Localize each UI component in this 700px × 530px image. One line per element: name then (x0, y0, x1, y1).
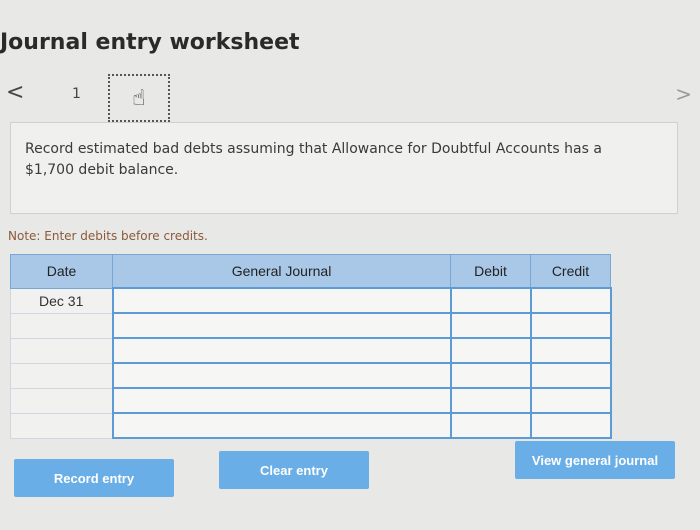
credit-input[interactable] (529, 312, 612, 339)
debit-input[interactable] (449, 312, 532, 339)
table-row (10, 362, 612, 389)
date-cell (10, 337, 113, 364)
note-text: Note: Enter debits before credits. (8, 229, 208, 243)
account-input[interactable] (111, 362, 452, 389)
debit-input[interactable] (449, 337, 532, 364)
table-row (10, 387, 612, 414)
view-general-journal-button[interactable]: View general journal (515, 441, 675, 479)
current-step-tab[interactable]: ☝ (108, 74, 170, 122)
credit-input[interactable] (529, 387, 612, 414)
debit-header: Debit (450, 254, 531, 289)
date-cell (10, 312, 113, 339)
debit-input[interactable] (449, 362, 532, 389)
account-input[interactable] (111, 412, 452, 439)
account-input[interactable] (111, 312, 452, 339)
hand-pointer-icon: ☝ (132, 85, 146, 111)
journal-table: Date General Journal Debit Credit Dec 31 (10, 254, 612, 439)
credit-input[interactable] (529, 337, 612, 364)
credit-header: Credit (530, 254, 611, 289)
table-row: Dec 31 (10, 287, 612, 314)
credit-input[interactable] (529, 412, 612, 439)
date-cell: Dec 31 (10, 287, 113, 314)
debit-input[interactable] (449, 287, 532, 314)
account-input[interactable] (111, 337, 452, 364)
step-number[interactable]: 1 (72, 86, 81, 102)
prompt-text: Record estimated bad debts assuming that… (25, 141, 602, 178)
general-journal-header: General Journal (112, 254, 451, 289)
table-row (10, 312, 612, 339)
prompt-box: Record estimated bad debts assuming that… (10, 122, 678, 214)
debit-input[interactable] (449, 412, 532, 439)
prev-arrow-icon[interactable]: < (6, 80, 24, 105)
credit-input[interactable] (529, 287, 612, 314)
table-row (10, 337, 612, 364)
page-title: Journal entry worksheet (0, 30, 300, 55)
table-row (10, 412, 612, 439)
account-input[interactable] (111, 287, 452, 314)
date-cell (10, 412, 113, 439)
record-entry-button[interactable]: Record entry (14, 459, 174, 497)
credit-input[interactable] (529, 362, 612, 389)
date-cell (10, 387, 113, 414)
next-arrow-icon[interactable]: > (675, 82, 692, 106)
debit-input[interactable] (449, 387, 532, 414)
date-cell (10, 362, 113, 389)
date-header: Date (10, 254, 113, 289)
clear-entry-button[interactable]: Clear entry (219, 451, 369, 489)
account-input[interactable] (111, 387, 452, 414)
